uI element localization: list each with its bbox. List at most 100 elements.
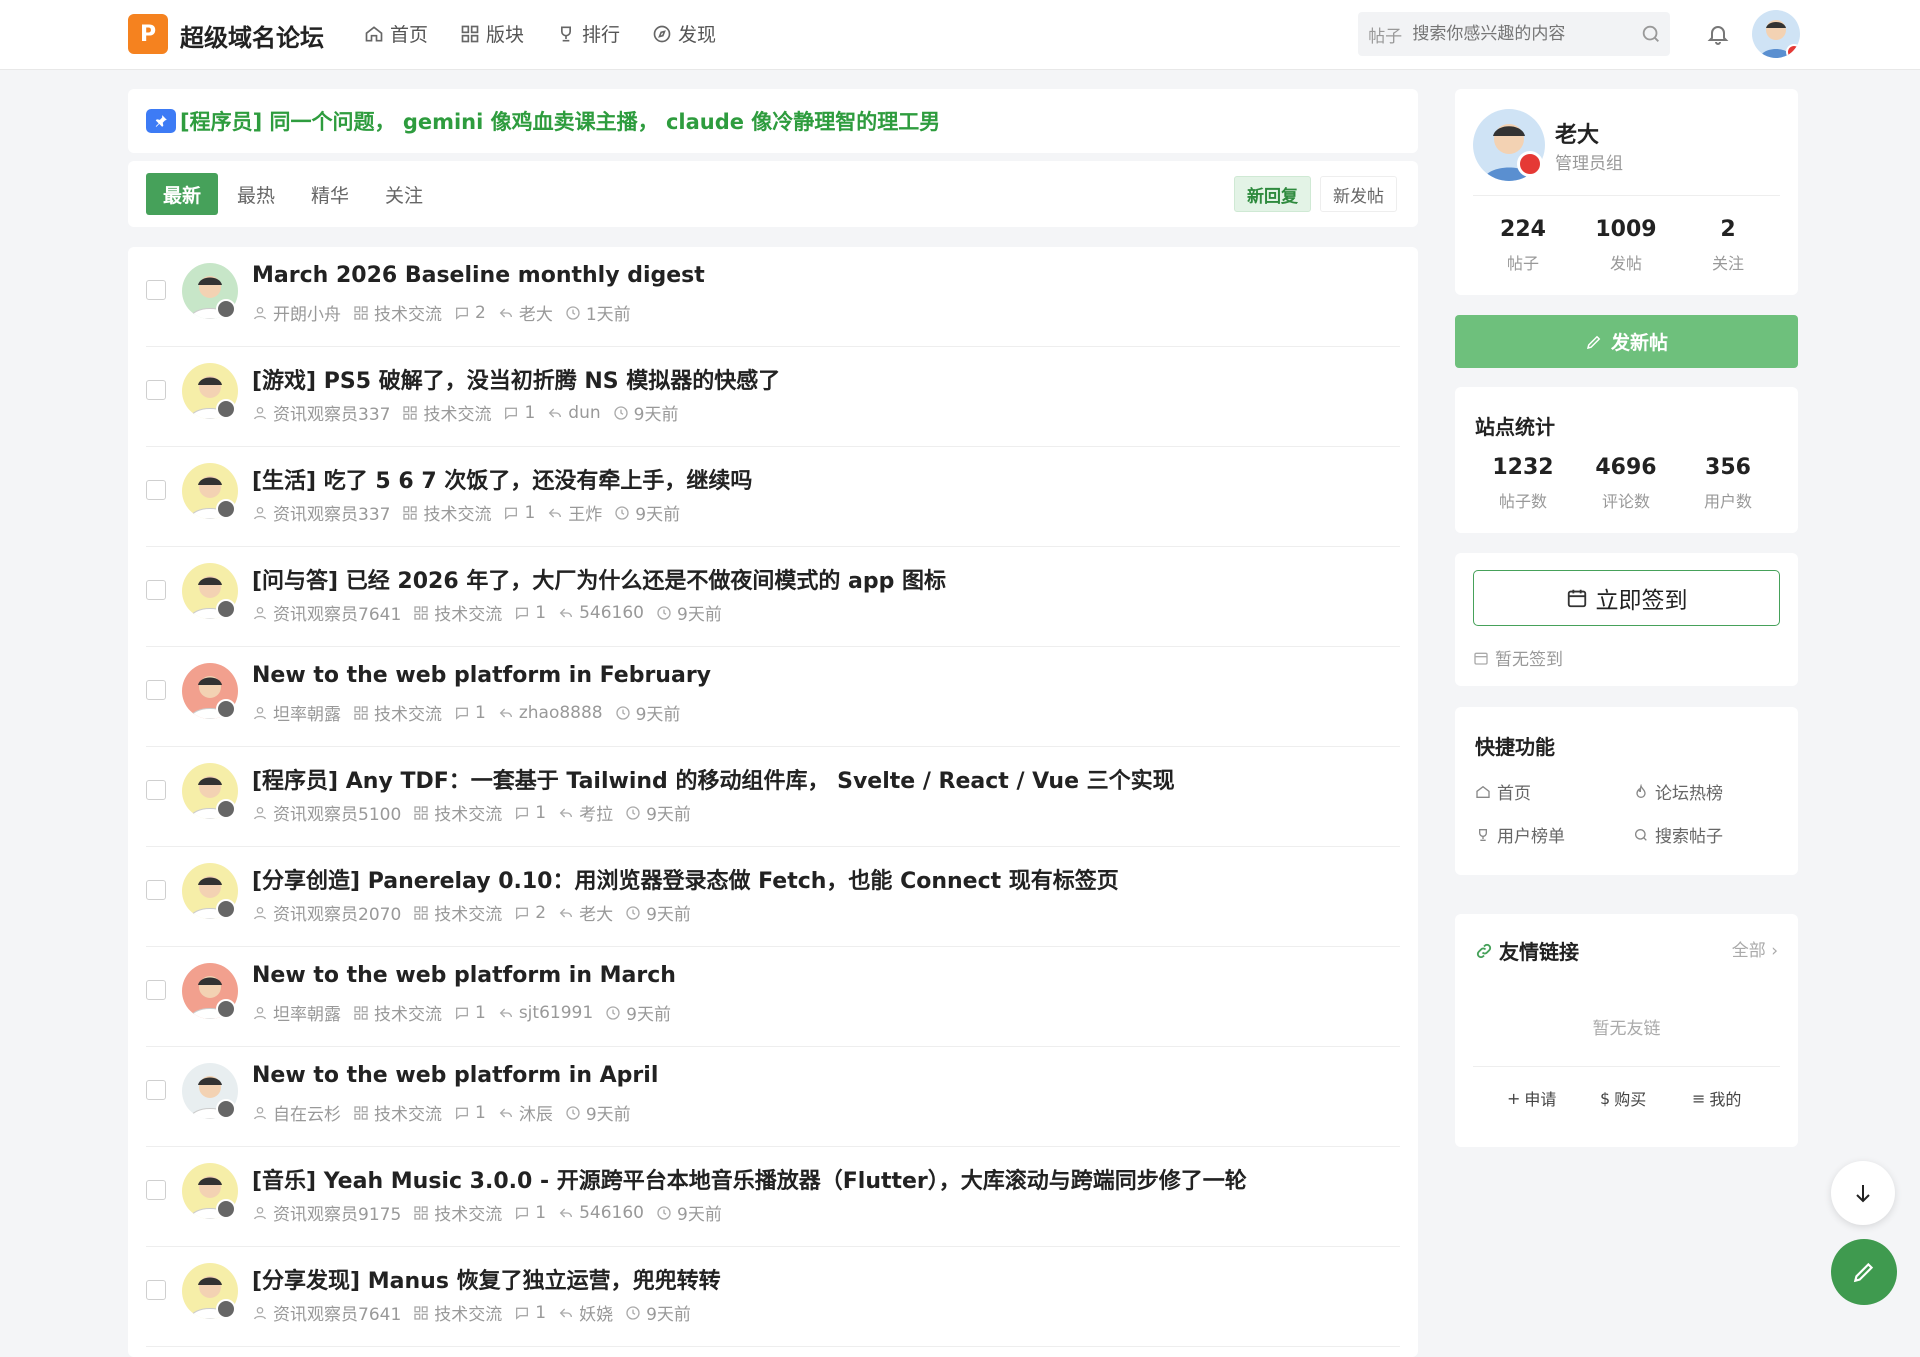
thread-title[interactable]: New to the web platform in February — [252, 663, 711, 688]
thread-row[interactable]: [问与答] 已经 2026 年了，大厂为什么还是不做夜间模式的 app 图标资讯… — [146, 547, 1400, 647]
thread-row[interactable]: [生活] 吃了 5 6 7 次饭了，还没有牵上手，继续吗资讯观察员337 技术交流… — [146, 447, 1400, 547]
thread-title[interactable]: [游戏] PS5 破解了，没当初折腾 NS 模拟器的快感了 — [252, 363, 780, 395]
thread-last-replier[interactable]: 546160 — [558, 603, 644, 623]
thread-checkbox[interactable] — [146, 1280, 166, 1300]
nav-discover[interactable]: 发现 — [652, 20, 716, 47]
checkin-button[interactable]: 立即签到 — [1473, 570, 1780, 626]
profile-stat-threads[interactable]: 224 帖子 — [1473, 217, 1573, 274]
quick-home-link[interactable]: 首页 — [1475, 779, 1531, 804]
site-logo[interactable]: P — [128, 14, 168, 54]
links-apply-button[interactable]: + 申请 — [1507, 1086, 1556, 1110]
thread-row[interactable]: New to the web platform in February 坦率朝露 技… — [146, 647, 1400, 747]
thread-board[interactable]: 技术交流 — [413, 600, 502, 625]
thread-checkbox[interactable] — [146, 280, 166, 300]
tab-following[interactable]: 关注 — [368, 173, 440, 215]
thread-last-replier[interactable]: 王炸 — [547, 500, 602, 525]
new-post-button[interactable]: 发新帖 — [1455, 315, 1798, 368]
search-input[interactable] — [1412, 24, 1632, 44]
thread-author[interactable]: 资讯观察员7641 — [252, 1300, 401, 1325]
tab-hot[interactable]: 最热 — [220, 173, 292, 215]
thread-row[interactable]: [音乐] Yeah Music 3.0.0 - 开源跨平台本地音乐播放器（Flu… — [146, 1147, 1400, 1247]
tab-featured[interactable]: 精华 — [294, 173, 366, 215]
thread-row[interactable]: [程序员] Any TDF：一套基于 Tailwind 的移动组件库， Svel… — [146, 747, 1400, 847]
pinned-notice[interactable]: [程序员] 同一个问题， gemini 像鸡血卖课主播， claude 像冷静理… — [128, 89, 1418, 153]
nav-ranking[interactable]: 排行 — [556, 20, 620, 47]
thread-author[interactable]: 资讯观察员2070 — [252, 900, 401, 925]
thread-checkbox[interactable] — [146, 380, 166, 400]
thread-checkbox[interactable] — [146, 1080, 166, 1100]
tab-latest[interactable]: 最新 — [146, 173, 218, 215]
thread-title[interactable]: New to the web platform in March — [252, 963, 676, 988]
thread-author[interactable]: 资讯观察员7641 — [252, 600, 401, 625]
thread-row[interactable]: [分享发现] Manus 恢复了独立运营，兜兜转转 资讯观察员7641 技术交流 1 妖… — [146, 1247, 1400, 1347]
search-button[interactable] — [1631, 23, 1670, 45]
thread-author[interactable]: 坦率朝露 — [252, 1000, 341, 1025]
sort-new-post-button[interactable]: 新发帖 — [1320, 176, 1397, 212]
thread-author[interactable]: 资讯观察员5100 — [252, 800, 401, 825]
thread-author[interactable]: 资讯观察员9175 — [252, 1200, 401, 1225]
quick-ranking-link[interactable]: 用户榜单 — [1475, 822, 1565, 847]
links-buy-button[interactable]: $ 购买 — [1600, 1086, 1646, 1110]
thread-checkbox[interactable] — [146, 680, 166, 700]
thread-board[interactable]: 技术交流 — [413, 800, 502, 825]
thread-board[interactable]: 技术交流 — [413, 900, 502, 925]
thread-row[interactable]: New to the web platform in March 坦率朝露 技术交流… — [146, 947, 1400, 1047]
thread-board[interactable]: 技术交流 — [353, 300, 442, 325]
thread-last-replier[interactable]: 妖娆 — [558, 1300, 613, 1325]
nav-boards[interactable]: 版块 — [460, 20, 524, 47]
profile-name[interactable]: 老大 — [1555, 117, 1599, 149]
thread-board[interactable]: 技术交流 — [402, 400, 491, 425]
thread-last-replier[interactable]: 沐辰 — [498, 1100, 553, 1125]
thread-title[interactable]: [音乐] Yeah Music 3.0.0 - 开源跨平台本地音乐播放器（Flu… — [252, 1163, 1247, 1195]
thread-board[interactable]: 技术交流 — [353, 700, 442, 725]
thread-title[interactable]: [分享发现] Manus 恢复了独立运营，兜兜转转 — [252, 1263, 721, 1295]
compose-button[interactable] — [1831, 1239, 1897, 1305]
links-mine-button[interactable]: ≡ 我的 — [1692, 1086, 1741, 1110]
thread-title[interactable]: [程序员] Any TDF：一套基于 Tailwind 的移动组件库， Svel… — [252, 763, 1175, 795]
thread-title[interactable]: [分享创造] Panerelay 0.10：用浏览器登录态做 Fetch，也能 … — [252, 863, 1119, 895]
quick-search-link[interactable]: 搜索帖子 — [1633, 822, 1723, 847]
thread-checkbox[interactable] — [146, 1180, 166, 1200]
thread-title[interactable]: March 2026 Baseline monthly digest — [252, 263, 705, 288]
thread-author[interactable]: 开朗小舟 — [252, 300, 341, 325]
thread-last-replier[interactable]: dun — [547, 403, 601, 423]
thread-board[interactable]: 技术交流 — [353, 1100, 442, 1125]
thread-board[interactable]: 技术交流 — [413, 1300, 502, 1325]
thread-last-replier[interactable]: 老大 — [558, 900, 613, 925]
thread-board[interactable]: 技术交流 — [353, 1000, 442, 1025]
thread-last-replier[interactable]: zhao8888 — [498, 703, 603, 723]
thread-author[interactable]: 资讯观察员337 — [252, 500, 390, 525]
thread-checkbox[interactable] — [146, 980, 166, 1000]
profile-stat-posts[interactable]: 1009 发帖 — [1576, 217, 1676, 274]
thread-title[interactable]: New to the web platform in April — [252, 1063, 658, 1088]
thread-row[interactable]: [游戏] PS5 破解了，没当初折腾 NS 模拟器的快感了资讯观察员337 技术交… — [146, 347, 1400, 447]
scroll-down-button[interactable] — [1831, 1161, 1895, 1225]
thread-author[interactable]: 坦率朝露 — [252, 700, 341, 725]
thread-last-replier[interactable]: 546160 — [558, 1203, 644, 1223]
quick-hot-link[interactable]: 论坛热榜 — [1633, 779, 1723, 804]
thread-board[interactable]: 技术交流 — [402, 500, 491, 525]
thread-last-replier[interactable]: 考拉 — [558, 800, 613, 825]
thread-checkbox[interactable] — [146, 880, 166, 900]
nav-home[interactable]: 首页 — [364, 20, 428, 47]
links-all-link[interactable]: 全部 › — [1732, 936, 1778, 961]
site-name[interactable]: 超级域名论坛 — [180, 18, 324, 53]
thread-board[interactable]: 技术交流 — [413, 1200, 502, 1225]
thread-checkbox[interactable] — [146, 580, 166, 600]
thread-checkbox[interactable] — [146, 780, 166, 800]
thread-author[interactable]: 自在云杉 — [252, 1100, 341, 1125]
search-type-select[interactable]: 帖子 — [1358, 22, 1412, 47]
thread-row[interactable]: [分享创造] Panerelay 0.10：用浏览器登录态做 Fetch，也能 … — [146, 847, 1400, 947]
thread-row[interactable]: New to the web platform in April 自在云杉 技术交流… — [146, 1047, 1400, 1147]
thread-last-replier[interactable]: 老大 — [498, 300, 553, 325]
thread-last-replier[interactable]: sjt61991 — [498, 1003, 593, 1023]
thread-checkbox[interactable] — [146, 480, 166, 500]
thread-row[interactable]: March 2026 Baseline monthly digest 开朗小舟 技术… — [146, 247, 1400, 347]
thread-author[interactable]: 资讯观察员337 — [252, 400, 390, 425]
bell-icon[interactable] — [1706, 22, 1730, 46]
profile-stat-following[interactable]: 2 关注 — [1678, 217, 1778, 274]
thread-title[interactable]: [问与答] 已经 2026 年了，大厂为什么还是不做夜间模式的 app 图标 — [252, 563, 946, 595]
sort-new-reply-button[interactable]: 新回复 — [1234, 176, 1311, 212]
thread-title[interactable]: [生活] 吃了 5 6 7 次饭了，还没有牵上手，继续吗 — [252, 463, 752, 495]
user-avatar[interactable] — [1752, 10, 1800, 58]
